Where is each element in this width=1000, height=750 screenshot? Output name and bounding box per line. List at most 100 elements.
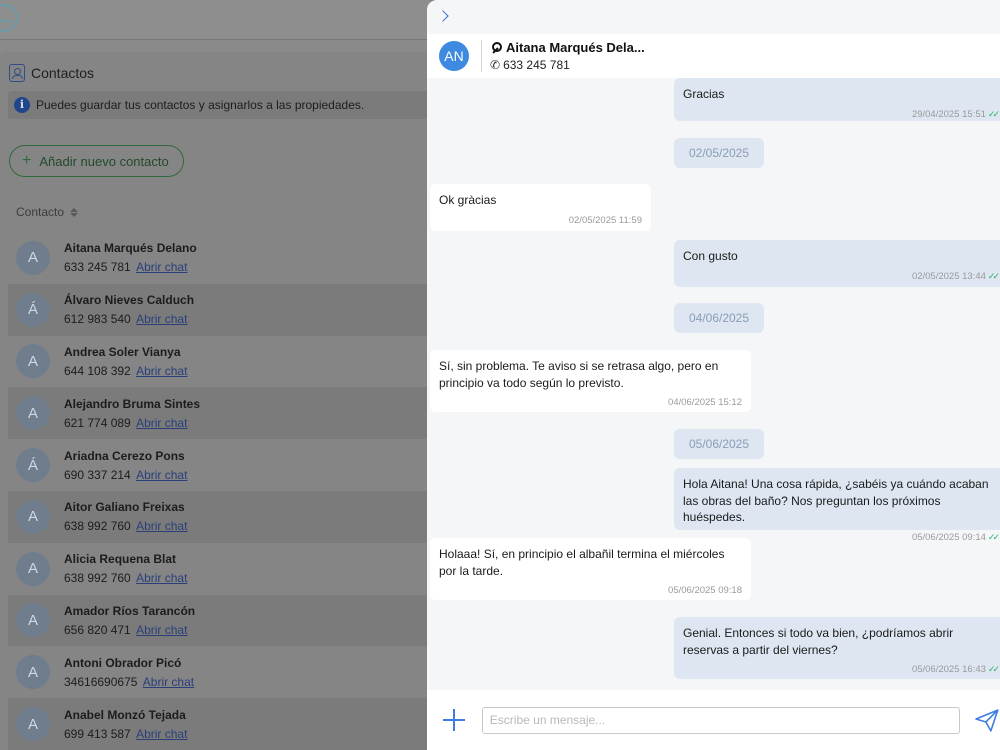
message-timestamp: 29/04/2025 15:51 ✓✓ [683, 108, 1000, 120]
open-chat-link[interactable]: Abrir chat [136, 364, 187, 378]
contact-avatar: A [16, 240, 50, 275]
contact-phone-number: 34616690675 [64, 674, 138, 689]
contact-row[interactable]: Á Álvaro Nieves Calduch 612 983 540 Abrir … [8, 283, 430, 336]
message-input[interactable] [481, 706, 961, 734]
section-title-label: Contactos [31, 65, 95, 81]
open-chat-link[interactable]: Abrir chat [136, 623, 187, 637]
contact-phone-number: 699 413 587 [64, 726, 131, 741]
contact-phone-number: 656 820 471 [64, 622, 131, 637]
add-contact-button[interactable]: + Añadir nuevo contacto [9, 145, 184, 177]
open-chat-link[interactable]: Abrir chat [143, 675, 194, 689]
contact-phone: 699 413 587 Abrir chat [64, 727, 187, 741]
double-check-icon: ✓✓ [987, 664, 1000, 674]
open-chat-link[interactable]: Abrir chat [136, 260, 187, 274]
message-time: 29/04/2025 15:51 [911, 108, 986, 120]
contact-row[interactable]: Á Ariadna Cerezo Pons 690 337 214 Abrir ch… [8, 439, 430, 491]
contact-row[interactable]: A Alejandro Bruma Sintes 621 774 089 Abrir… [8, 387, 430, 440]
double-check-icon: ✓✓ [987, 270, 1000, 281]
outgoing-message: Con gusto 02/05/2025 13:44 ✓✓ [674, 240, 1000, 287]
incoming-message: Ok gràcias 02/05/2025 11:59 [430, 184, 651, 231]
contact-avatar: A [16, 707, 50, 742]
message-text: Hola Aitana! Una cosa rápida, ¿sabéis ya… [683, 477, 989, 524]
contact-row[interactable]: A Antoni Obrador Picó 34616690675 Abrir ch… [8, 646, 430, 698]
message-time: 02/05/2025 11:59 [568, 214, 642, 226]
message-timestamp: 04/06/2025 15:12 [439, 397, 742, 408]
contact-phone-number: 621 774 089 [64, 415, 131, 430]
chat-contact-name: Aitana Marqués Dela... [490, 40, 645, 55]
chat-header: AN Aitana Marqués Dela... ✆ 633 245 781 [427, 34, 1000, 78]
contact-name: Alicia Requena Blat [64, 552, 177, 567]
open-chat-link[interactable]: Abrir chat [136, 571, 187, 585]
contact-phone: 638 992 760 Abrir chat [64, 571, 187, 585]
chat-contact-phone: ✆ 633 245 781 [490, 58, 645, 72]
section-title: Contactos [9, 64, 94, 82]
open-chat-link[interactable]: Abrir chat [136, 519, 187, 533]
date-separator: 02/05/2025 [674, 138, 764, 168]
message-text: Genial. Entonces si todo va bien, ¿podrí… [683, 626, 954, 657]
phone-icon: ✆ [490, 58, 501, 72]
message-text: Sí, sin problema. Te aviso si se retrasa… [439, 359, 719, 390]
contact-row[interactable]: A Amador Ríos Tarancón 656 820 471 Abrir c… [8, 594, 430, 647]
message-text: Ok gràcias [439, 193, 497, 207]
double-check-icon: ✓✓ [987, 108, 1000, 119]
open-chat-link[interactable]: Abrir chat [136, 416, 187, 430]
message-time: 05/06/2025 16:43 [911, 664, 986, 675]
contact-phone: 612 983 540 Abrir chat [64, 312, 194, 326]
contact-row[interactable]: A Aitana Marqués Delano 633 245 781 Abrir … [8, 232, 430, 284]
info-icon: i [14, 97, 30, 113]
logo-icon [0, 4, 18, 32]
chevron-right-icon[interactable] [437, 10, 449, 22]
message-time: 02/05/2025 13:44 [911, 270, 986, 282]
column-header-contact[interactable]: Contacto [16, 205, 79, 219]
attach-plus-icon[interactable] [443, 709, 465, 731]
contact-phone: 690 337 214 Abrir chat [64, 468, 187, 482]
send-icon[interactable] [974, 707, 1000, 733]
contact-book-icon [9, 64, 25, 82]
message-text: Gracias [683, 87, 725, 101]
outgoing-message: Gracias 29/04/2025 15:51 ✓✓ [674, 78, 1000, 121]
contact-phone: 633 245 781 Abrir chat [64, 260, 197, 274]
contact-avatar: A [16, 396, 50, 431]
contact-phone-number: 644 108 392 [64, 363, 131, 378]
contact-avatar: A [16, 499, 50, 534]
open-chat-link[interactable]: Abrir chat [136, 727, 187, 741]
plus-icon: + [22, 152, 32, 169]
contact-phone-number: 633 245 781 [64, 260, 131, 275]
contact-phone: 644 108 392 Abrir chat [64, 364, 187, 378]
sort-icon[interactable] [70, 207, 79, 217]
info-banner: i Puedes guardar tus contactos y asignar… [8, 91, 430, 119]
contact-row[interactable]: A Alicia Requena Blat 638 992 760 Abrir ch… [8, 543, 430, 595]
contact-avatar: A [16, 551, 50, 586]
contact-name: Andrea Soler Vianya [64, 344, 181, 359]
open-chat-link[interactable]: Abrir chat [136, 312, 187, 326]
contact-avatar: A [16, 603, 50, 638]
contact-avatar: Á [16, 292, 50, 327]
open-chat-link[interactable]: Abrir chat [136, 468, 187, 482]
contact-phone: 34616690675 Abrir chat [64, 675, 194, 689]
top-bar [0, 0, 430, 40]
contact-phone-number: 638 992 760 [64, 519, 131, 534]
message-timestamp: 05/06/2025 09:18 [439, 585, 742, 596]
message-time: 05/06/2025 09:14 [911, 531, 986, 543]
drawer-top-bar [427, 0, 1000, 34]
message-time: 04/06/2025 15:12 [668, 397, 742, 408]
double-check-icon: ✓✓ [987, 531, 1000, 542]
contact-phone-number: 690 337 214 [64, 467, 131, 482]
contact-row[interactable]: A Andrea Soler Vianya 644 108 392 Abrir ch… [8, 336, 430, 388]
chat-contact-phone-text: 633 245 781 [503, 58, 570, 72]
message-time: 05/06/2025 09:18 [668, 585, 742, 596]
date-separator: 05/06/2025 [674, 429, 764, 459]
contact-name: Aitana Marqués Delano [64, 241, 197, 256]
key-icon [490, 41, 502, 54]
contact-row[interactable]: A Aitor Galiano Freixas 638 992 760 Abrir … [8, 490, 430, 543]
message-text: Holaaa! Sí, en principio el albañil term… [439, 547, 725, 578]
contact-phone: 638 992 760 Abrir chat [64, 519, 187, 533]
contact-name: Ariadna Cerezo Pons [64, 448, 185, 463]
contact-row[interactable]: A Anabel Monzó Tejada 699 413 587 Abrir ch… [8, 698, 430, 750]
contacts-page: Contactos i Puedes guardar tus contactos… [0, 0, 430, 750]
message-timestamp: 05/06/2025 16:43 ✓✓ [683, 664, 1000, 675]
column-header-label: Contacto [16, 205, 65, 219]
contact-avatar: A [16, 655, 50, 690]
header-divider [481, 40, 482, 72]
chat-avatar: AN [439, 41, 469, 71]
